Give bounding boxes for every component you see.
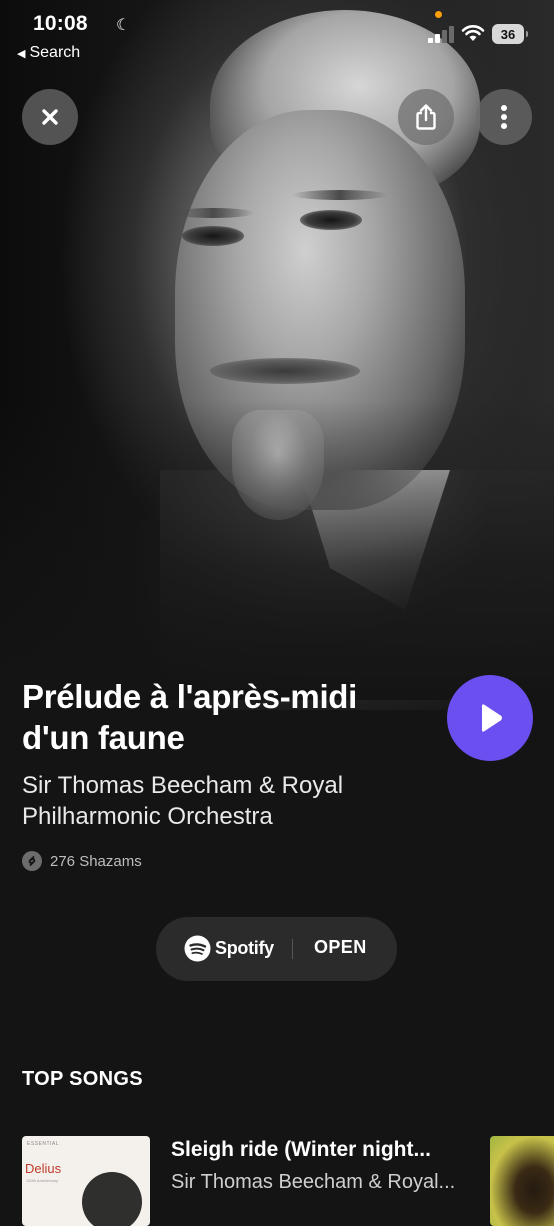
spotify-logo: Spotify	[184, 935, 274, 962]
next-album-thumbnail[interactable]	[490, 1136, 554, 1226]
hero-artwork	[0, 0, 554, 710]
spotify-icon	[184, 935, 211, 962]
back-label: Search	[29, 44, 81, 61]
artwork-mustache	[210, 358, 360, 384]
song-play-button[interactable]	[82, 1172, 142, 1226]
wifi-icon	[461, 25, 485, 41]
close-button[interactable]	[22, 89, 78, 145]
more-options-button[interactable]	[476, 89, 532, 145]
shazam-icon	[22, 851, 42, 871]
album-thumbnail[interactable]: ESSENTIAL Delius 150th Anniversary	[22, 1136, 150, 1226]
spotify-brand-label: Spotify	[215, 938, 274, 958]
open-in-spotify-button[interactable]: OPEN	[314, 937, 367, 958]
album-tag: ESSENTIAL	[27, 1141, 60, 1147]
album-title: Delius	[25, 1161, 62, 1176]
top-song-title[interactable]: Sleigh ride (Winter night...	[171, 1138, 431, 1162]
back-to-search-link[interactable]: ◀ Search	[17, 44, 80, 62]
album-subline: 150th Anniversary	[26, 1178, 59, 1183]
share-button[interactable]	[398, 89, 454, 145]
close-icon	[42, 109, 58, 125]
top-songs-heading: TOP SONGS	[22, 1068, 143, 1090]
song-title: Prélude à l'après-midi d'un faune	[22, 678, 358, 756]
status-time: 10:08	[33, 12, 88, 35]
spotify-open-pill[interactable]: Spotify OPEN	[156, 917, 397, 981]
shazam-count-label: 276 Shazams	[50, 852, 142, 870]
pill-divider	[292, 939, 293, 959]
top-song-artist: Sir Thomas Beecham & Royal...	[171, 1171, 456, 1193]
artist-name[interactable]: Sir Thomas Beecham & Royal Philharmonic …	[22, 770, 442, 832]
battery-indicator: 36	[492, 24, 528, 44]
artwork-fade	[0, 400, 554, 700]
play-icon	[482, 704, 502, 732]
back-arrow-icon: ◀	[17, 47, 26, 60]
share-icon	[416, 104, 436, 130]
artwork-eye	[182, 226, 244, 246]
artwork-brow	[172, 208, 254, 218]
moon-icon: ☾	[116, 17, 131, 34]
shazam-count: 276 Shazams	[22, 851, 142, 871]
play-button[interactable]	[447, 675, 533, 761]
more-icon	[501, 105, 507, 129]
artwork-brow	[292, 190, 388, 200]
signal-icon	[428, 25, 454, 43]
privacy-indicator-dot	[435, 11, 442, 18]
artwork-eye	[300, 210, 362, 230]
